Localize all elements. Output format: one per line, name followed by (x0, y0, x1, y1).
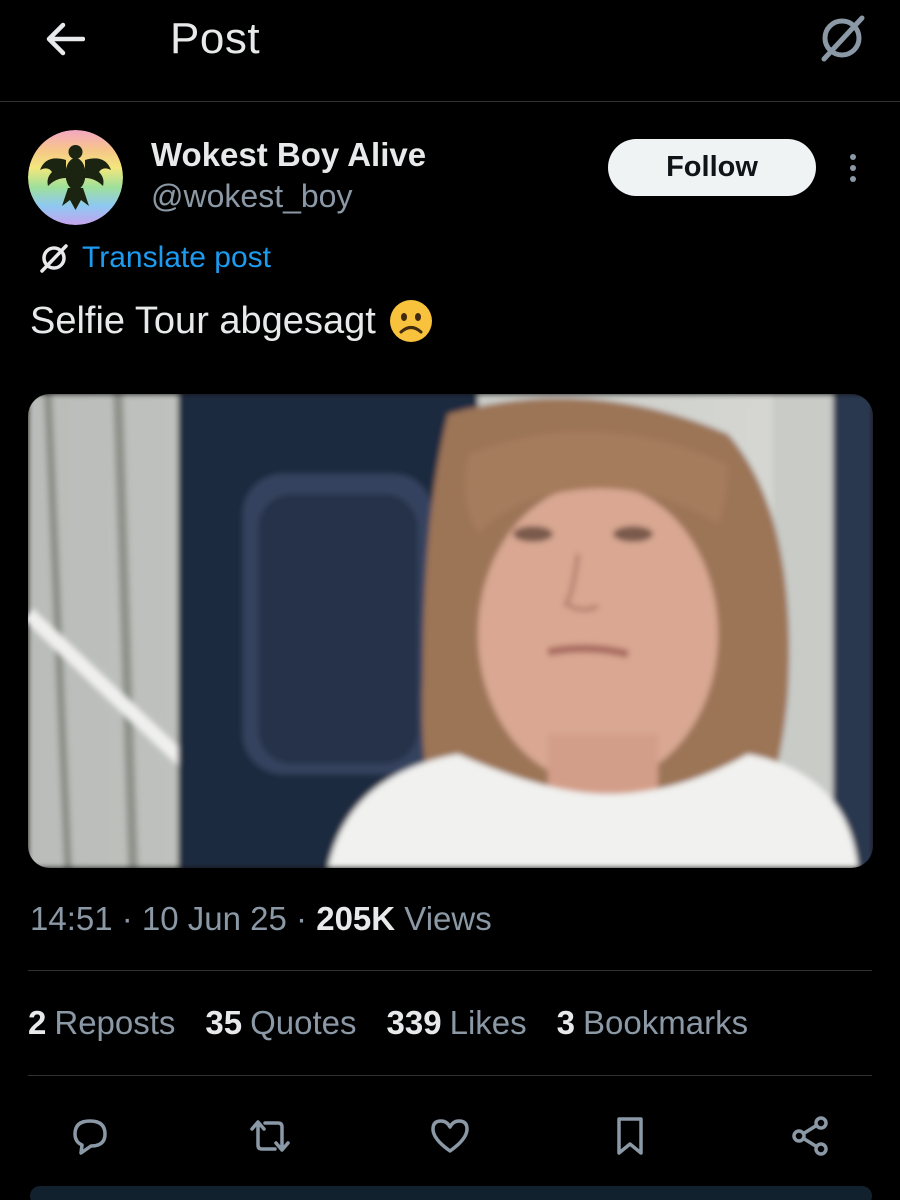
post-time: 14:51 (30, 900, 113, 937)
top-bar: Post (0, 0, 900, 102)
reposts-stat[interactable]: 2 Reposts (28, 1004, 175, 1042)
views-count: 205K (316, 900, 396, 937)
reply-icon (73, 1119, 107, 1155)
views-label: Views (404, 900, 492, 937)
arrow-left-icon (46, 22, 85, 56)
more-vertical-icon (850, 154, 856, 160)
post-text-content: Selfie Tour abgesagt (30, 299, 376, 342)
back-button[interactable] (40, 16, 90, 62)
bookmarks-stat[interactable]: 3 Bookmarks (557, 1004, 748, 1042)
share-icon (792, 1116, 828, 1156)
translate-post-label: Translate post (82, 241, 271, 274)
reply-button[interactable] (62, 1108, 118, 1164)
quotes-stat[interactable]: 35 Quotes (205, 1004, 356, 1042)
repost-icon (250, 1120, 290, 1152)
frowning-face-emoji (389, 300, 432, 342)
translate-icon (40, 244, 68, 273)
page-title: Post (170, 14, 261, 63)
translate-icon (821, 15, 865, 62)
engagement-stats: 2 Reposts 35 Quotes 339 Likes 3 Bookmarks (28, 1004, 748, 1042)
post-text: Selfie Tour abgesagt (30, 298, 434, 344)
like-button[interactable] (422, 1108, 478, 1164)
follow-button[interactable]: Follow (608, 139, 816, 196)
post-media-image[interactable] (28, 394, 873, 868)
bookmark-button[interactable] (602, 1108, 658, 1164)
more-options-button[interactable] (836, 150, 870, 186)
heart-icon (431, 1119, 469, 1153)
translate-header-button[interactable] (812, 10, 872, 66)
avatar[interactable] (28, 130, 123, 225)
author-display-name[interactable]: Wokest Boy Alive (151, 136, 426, 174)
repost-button[interactable] (242, 1108, 298, 1164)
post-meta: 14:51 · 10 Jun 25 · 205K Views (30, 900, 492, 937)
likes-stat[interactable]: 339 Likes (387, 1004, 527, 1042)
translate-post-link[interactable]: Translate post (38, 238, 271, 278)
divider (28, 970, 872, 971)
author-handle[interactable]: @wokest_boy (151, 178, 352, 215)
bottom-reply-bar[interactable] (30, 1186, 872, 1200)
bookmark-icon (617, 1117, 643, 1155)
post-date: 10 Jun 25 (141, 900, 287, 937)
action-bar (0, 1100, 900, 1170)
share-button[interactable] (782, 1108, 838, 1164)
divider (28, 1075, 872, 1076)
